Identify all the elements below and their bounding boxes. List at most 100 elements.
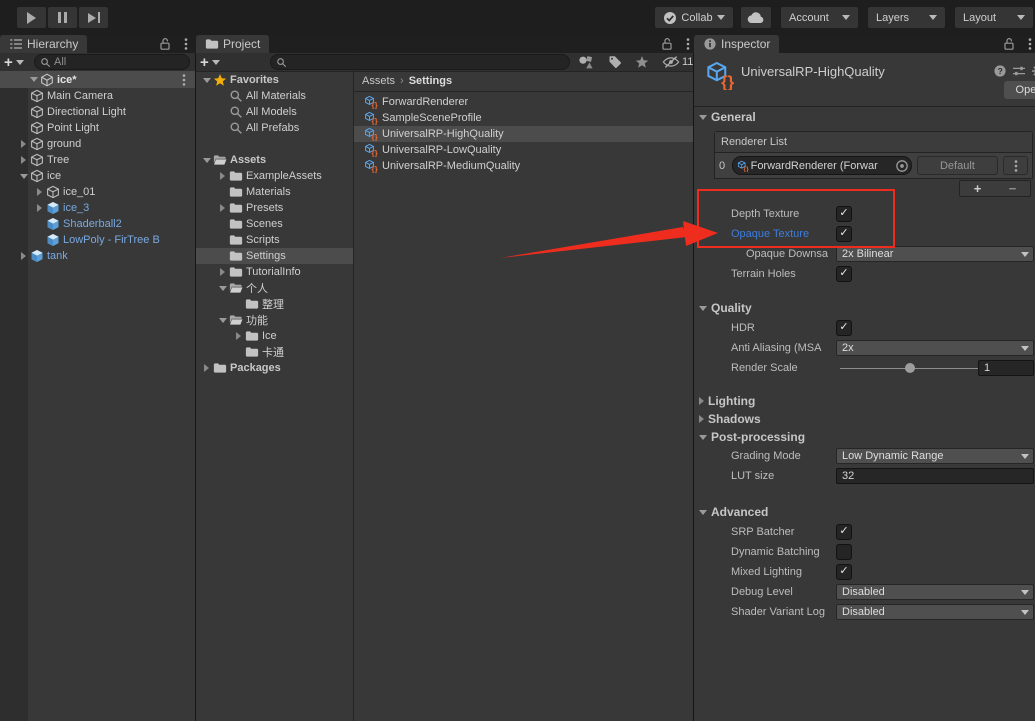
hierarchy-item[interactable]: Tree — [0, 152, 195, 168]
play-button[interactable] — [17, 7, 46, 28]
kebab-icon[interactable] — [1023, 37, 1035, 51]
foldout-expanded-icon[interactable] — [219, 318, 227, 323]
foldout-collapsed-icon[interactable] — [236, 332, 241, 340]
project-search-input[interactable] — [270, 54, 570, 70]
foldout-expanded-icon[interactable] — [203, 158, 211, 163]
foldout-collapsed-icon[interactable] — [37, 204, 42, 212]
hierarchy-item[interactable]: ice — [0, 168, 195, 184]
section-post-processing[interactable]: Post-processing — [694, 428, 1035, 446]
checkbox[interactable] — [836, 544, 852, 560]
hierarchy-item[interactable]: tank — [0, 248, 195, 264]
favorites-item[interactable]: All Prefabs — [196, 120, 353, 136]
hidden-count-toggle[interactable]: 11 — [662, 55, 693, 69]
project-folder-item[interactable]: Ice — [196, 328, 353, 344]
project-folder-item[interactable]: TutorialInfo — [196, 264, 353, 280]
create-button[interactable]: + — [4, 53, 24, 71]
favorites-item[interactable]: All Models — [196, 104, 353, 120]
file-row[interactable]: {}ForwardRenderer — [354, 94, 693, 110]
slider[interactable] — [840, 368, 978, 369]
foldout-collapsed-icon[interactable] — [220, 268, 225, 276]
account-dropdown[interactable]: Account — [781, 7, 858, 28]
hierarchy-item[interactable]: ice_3 — [0, 200, 195, 216]
project-folder-item[interactable]: 整理 — [196, 296, 353, 312]
scene-row[interactable]: ice* — [0, 71, 195, 88]
hierarchy-search-input[interactable]: All — [34, 54, 190, 70]
foldout-collapsed-icon[interactable] — [220, 172, 225, 180]
section-shadows[interactable]: Shadows — [694, 410, 1035, 428]
checkbox[interactable]: ✓ — [836, 206, 852, 222]
foldout-collapsed-icon[interactable] — [21, 252, 26, 260]
foldout-expanded-icon[interactable] — [20, 174, 28, 179]
project-folder-item[interactable]: ExampleAssets — [196, 168, 353, 184]
renderer-list-row[interactable]: 0 {} ForwardRenderer (Forwar Default — [715, 153, 1032, 178]
file-row[interactable]: {}UniversalRP-HighQuality — [354, 126, 693, 142]
foldout-collapsed-icon[interactable] — [204, 364, 209, 372]
picker-icon[interactable] — [895, 159, 909, 173]
project-folder-item[interactable]: Assets — [196, 152, 353, 168]
dropdown[interactable]: 2x Bilinear — [836, 246, 1034, 262]
checkbox[interactable]: ✓ — [836, 564, 852, 580]
project-folder-item[interactable]: Scripts — [196, 232, 353, 248]
section-advanced[interactable]: Advanced — [694, 502, 1035, 522]
remove-button[interactable]: − — [1009, 181, 1017, 196]
section-quality[interactable]: Quality — [694, 298, 1035, 318]
shapes-filter-icon[interactable] — [578, 55, 595, 69]
text-field[interactable]: 32 — [836, 468, 1034, 484]
breadcrumb-root[interactable]: Assets — [362, 75, 395, 87]
hierarchy-item[interactable]: Directional Light — [0, 104, 195, 120]
file-row[interactable]: {}SampleSceneProfile — [354, 110, 693, 126]
step-button[interactable] — [79, 7, 108, 28]
add-button[interactable]: + — [974, 181, 982, 196]
project-folder-item[interactable]: Scenes — [196, 216, 353, 232]
project-folder-item[interactable]: Settings — [196, 248, 353, 264]
pause-button[interactable] — [48, 7, 77, 28]
project-folder-item[interactable]: 功能 — [196, 312, 353, 328]
presets-icon[interactable] — [1012, 64, 1026, 78]
checkbox[interactable]: ✓ — [836, 226, 852, 242]
favorites-item[interactable]: All Materials — [196, 88, 353, 104]
open-button[interactable]: Open — [1004, 81, 1035, 99]
layout-dropdown[interactable]: Layout — [955, 7, 1033, 28]
file-row[interactable]: {}UniversalRP-LowQuality — [354, 142, 693, 158]
foldout-expanded-icon[interactable] — [203, 78, 211, 83]
slider-value-field[interactable]: 1 — [978, 360, 1034, 376]
file-row[interactable]: {}UniversalRP-MediumQuality — [354, 158, 693, 174]
slider-handle[interactable] — [905, 363, 915, 373]
foldout-collapsed-icon[interactable] — [220, 204, 225, 212]
hierarchy-item[interactable]: ground — [0, 136, 195, 152]
foldout-collapsed-icon[interactable] — [21, 140, 26, 148]
project-folder-item[interactable]: Materials — [196, 184, 353, 200]
checkbox[interactable]: ✓ — [836, 320, 852, 336]
gear-icon[interactable] — [1031, 64, 1035, 78]
property-label[interactable]: Opaque Texture — [731, 228, 834, 240]
dropdown[interactable]: Low Dynamic Range — [836, 448, 1034, 464]
checkbox[interactable]: ✓ — [836, 266, 852, 282]
create-button[interactable]: + — [200, 53, 220, 71]
cloud-button[interactable] — [741, 7, 771, 28]
foldout-expanded-icon[interactable] — [219, 286, 227, 291]
foldout-collapsed-icon[interactable] — [21, 156, 26, 164]
star-gray-icon[interactable] — [635, 55, 649, 69]
lock-icon[interactable] — [660, 37, 674, 51]
dropdown[interactable]: Disabled — [836, 604, 1034, 620]
lock-icon[interactable] — [1002, 37, 1016, 51]
foldout-expanded-icon[interactable] — [30, 77, 38, 82]
tab-inspector[interactable]: Inspector — [694, 35, 779, 53]
hierarchy-item[interactable]: Shaderball2 — [0, 216, 195, 232]
tab-hierarchy[interactable]: Hierarchy — [0, 35, 87, 53]
lock-icon[interactable] — [158, 37, 172, 51]
hierarchy-item[interactable]: Point Light — [0, 120, 195, 136]
favorites-root[interactable]: Favorites — [196, 72, 353, 88]
section-general[interactable]: General — [694, 107, 1035, 127]
foldout-collapsed-icon[interactable] — [37, 188, 42, 196]
project-folder-item[interactable]: Presets — [196, 200, 353, 216]
section-lighting[interactable]: Lighting — [694, 392, 1035, 410]
dropdown[interactable]: Disabled — [836, 584, 1034, 600]
kebab-icon[interactable] — [177, 73, 191, 87]
kebab-icon[interactable] — [1003, 156, 1028, 175]
layers-dropdown[interactable]: Layers — [868, 7, 945, 28]
tab-project[interactable]: Project — [196, 35, 269, 53]
kebab-icon[interactable] — [681, 37, 695, 51]
dropdown[interactable]: 2x — [836, 340, 1034, 356]
hierarchy-item[interactable]: ice_01 — [0, 184, 195, 200]
